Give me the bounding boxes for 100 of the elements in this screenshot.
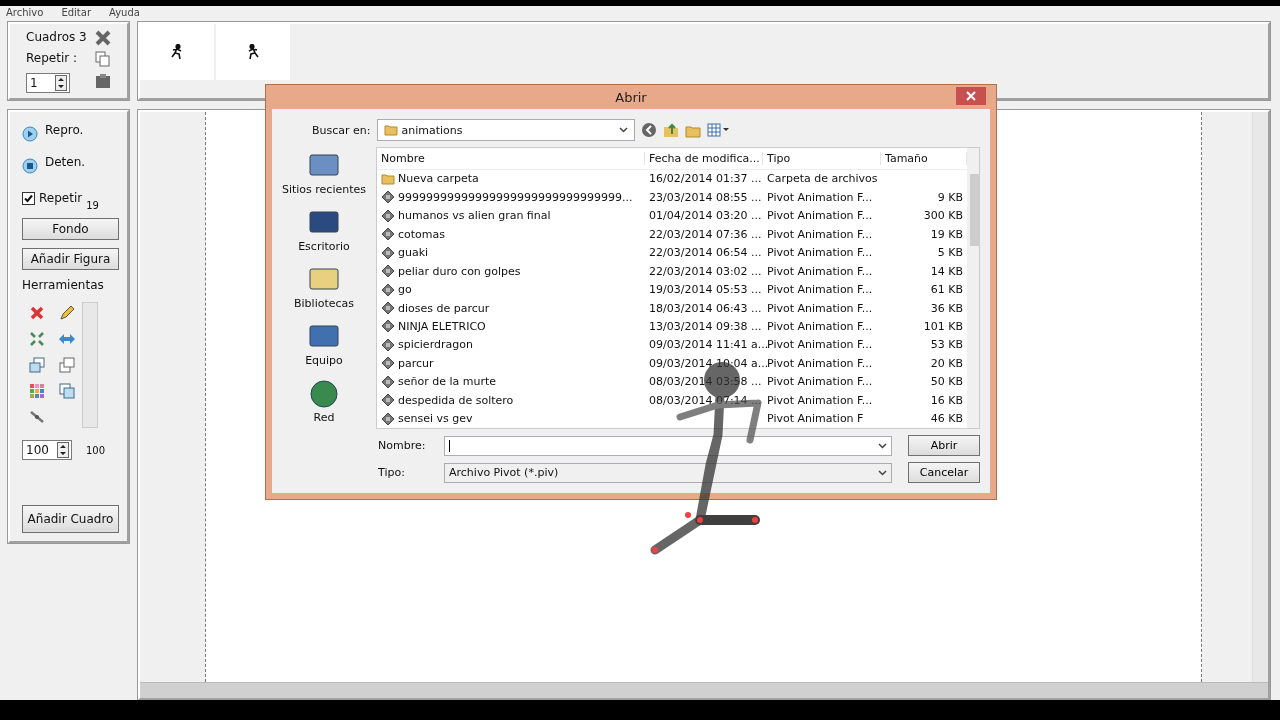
stop-icon	[22, 158, 38, 174]
shrink-arrows-icon[interactable]	[29, 331, 45, 347]
loop-checkbox[interactable]	[22, 191, 35, 205]
loop-label: Repetir	[39, 191, 83, 205]
stick-figure-icon	[246, 44, 260, 60]
menu-item[interactable]: Archivo	[6, 6, 44, 20]
repeat-label: Repetir :	[26, 51, 78, 68]
file-type: Pivot Animation F...	[766, 246, 874, 260]
column-header[interactable]: Tipo	[763, 151, 881, 165]
file-name[interactable]: 99999999999999999999999999999999...	[377, 190, 637, 205]
double-arrow-icon[interactable]	[58, 333, 76, 345]
column-header[interactable]: Fecha de modifica...	[645, 151, 763, 165]
type-label: Tipo:	[377, 466, 406, 479]
duplicate-icon[interactable]	[59, 383, 75, 399]
stick-figure-icon	[170, 44, 184, 60]
close-icon	[966, 91, 976, 101]
close-icon[interactable]	[95, 30, 111, 46]
vertical-scrollbar[interactable]	[1252, 112, 1268, 682]
add-figure-button[interactable]: Añadir Figura	[22, 248, 119, 270]
frames-count: Cuadros 3	[26, 30, 88, 46]
file-name[interactable]: spicierdragon	[377, 337, 477, 352]
layer-back-icon[interactable]	[59, 357, 75, 373]
file-name[interactable]: despedida de soltero	[377, 393, 518, 408]
file-name[interactable]: dioses de parcur	[377, 301, 494, 315]
file-type: Pivot Animation F...	[766, 375, 874, 389]
file-name[interactable]: señor de la murte	[377, 374, 501, 389]
view-menu-icon[interactable]	[706, 123, 731, 137]
file-name[interactable]: Nueva carpeta	[377, 172, 483, 186]
file-type: Pivot Animation F...	[766, 393, 874, 407]
tools-scrollbar[interactable]	[82, 302, 98, 428]
file-type: Pivot Animation F...	[766, 283, 874, 297]
list-scrollbar[interactable]	[967, 148, 979, 428]
repeat-spinbox[interactable]: 1	[26, 72, 70, 93]
place-item[interactable]: Escritorio	[298, 208, 350, 253]
file-name[interactable]: go	[377, 282, 416, 297]
pencil-icon[interactable]	[59, 305, 75, 321]
close-button[interactable]	[956, 87, 986, 105]
color-grid-icon[interactable]	[29, 383, 45, 399]
look-in-dropdown[interactable]: animations	[376, 119, 635, 141]
file-type: Pivot Animation F...	[766, 190, 874, 204]
caret-icon	[618, 127, 628, 133]
file-size: 19 KB	[929, 227, 964, 241]
delete-icon[interactable]	[29, 305, 45, 321]
file-name-field[interactable]	[444, 435, 892, 456]
joint-icon[interactable]	[29, 409, 45, 425]
file-icon	[381, 208, 395, 223]
spin-arrows-icon[interactable]	[57, 442, 69, 458]
file-date: 22/03/2014 07:36 ...	[648, 227, 763, 241]
file-size: 53 KB	[929, 338, 964, 352]
file-name[interactable]: guaki	[377, 245, 433, 260]
up-folder-icon[interactable]	[662, 122, 679, 138]
file-icon	[381, 411, 395, 426]
file-type-dropdown[interactable]: Archivo Pivot (*.piv)	[444, 462, 892, 483]
file-name[interactable]: parcur	[377, 356, 438, 371]
file-date: 22/03/2014 06:54 ...	[648, 246, 763, 260]
place-item[interactable]: Red	[307, 379, 341, 424]
file-icon	[381, 319, 395, 334]
frame-thumbnail[interactable]	[140, 24, 214, 80]
column-header[interactable]: Nombre	[377, 151, 645, 165]
file-size: 46 KB	[929, 412, 964, 426]
scale-spinbox[interactable]: 100	[22, 440, 72, 460]
place-item[interactable]: Sitios recientes	[281, 151, 367, 196]
menu-item[interactable]: Ayuda	[109, 6, 140, 20]
menu-item[interactable]: Editar	[61, 6, 91, 20]
file-icon	[381, 190, 395, 205]
background-button[interactable]: Fondo	[22, 218, 119, 240]
file-name[interactable]: cotomas	[377, 227, 449, 242]
frame-thumbnail[interactable]	[216, 24, 290, 80]
place-item[interactable]: Bibliotecas	[294, 265, 354, 310]
clipboard-icon[interactable]	[95, 72, 111, 89]
scale-reading: 100	[86, 444, 106, 456]
file-date: 13/03/2014 09:38 ...	[648, 319, 763, 333]
file-size: 50 KB	[929, 375, 964, 389]
file-name[interactable]: peliar duro con golpes	[377, 264, 525, 279]
place-item[interactable]: Equipo	[305, 322, 343, 367]
file-type: Pivot Animation F...	[766, 264, 874, 278]
add-frame-button[interactable]: Añadir Cuadro	[22, 505, 119, 533]
play-icon	[22, 126, 38, 142]
file-icon	[381, 264, 395, 279]
play-button[interactable]: Repro.	[42, 123, 87, 145]
dialog-title: Abrir	[615, 89, 647, 105]
file-icon	[381, 393, 395, 408]
file-type: Pivot Animation F	[766, 412, 865, 426]
file-date: 01/04/2014 03:20 ...	[648, 209, 763, 223]
copy-icon[interactable]	[95, 51, 111, 68]
file-icon	[381, 227, 395, 242]
layer-forward-icon[interactable]	[29, 357, 45, 373]
file-name[interactable]: NINJA ELETRICO	[377, 319, 490, 334]
open-button[interactable]: Abrir	[908, 435, 980, 456]
file-date: 22/03/2014 03:02 ...	[648, 264, 763, 278]
file-type: Pivot Animation F...	[766, 209, 874, 223]
file-name[interactable]: humanos vs alien gran final	[377, 208, 555, 223]
back-icon[interactable]	[640, 122, 657, 138]
spin-arrows-icon[interactable]	[55, 74, 67, 91]
file-name[interactable]: sensei vs gev	[377, 411, 477, 426]
file-icon	[381, 374, 395, 389]
file-type: Pivot Animation F...	[766, 319, 874, 333]
horizontal-scrollbar[interactable]	[140, 682, 1268, 698]
cancel-button[interactable]: Cancelar	[908, 462, 980, 483]
stop-button[interactable]: Deten.	[42, 155, 89, 177]
